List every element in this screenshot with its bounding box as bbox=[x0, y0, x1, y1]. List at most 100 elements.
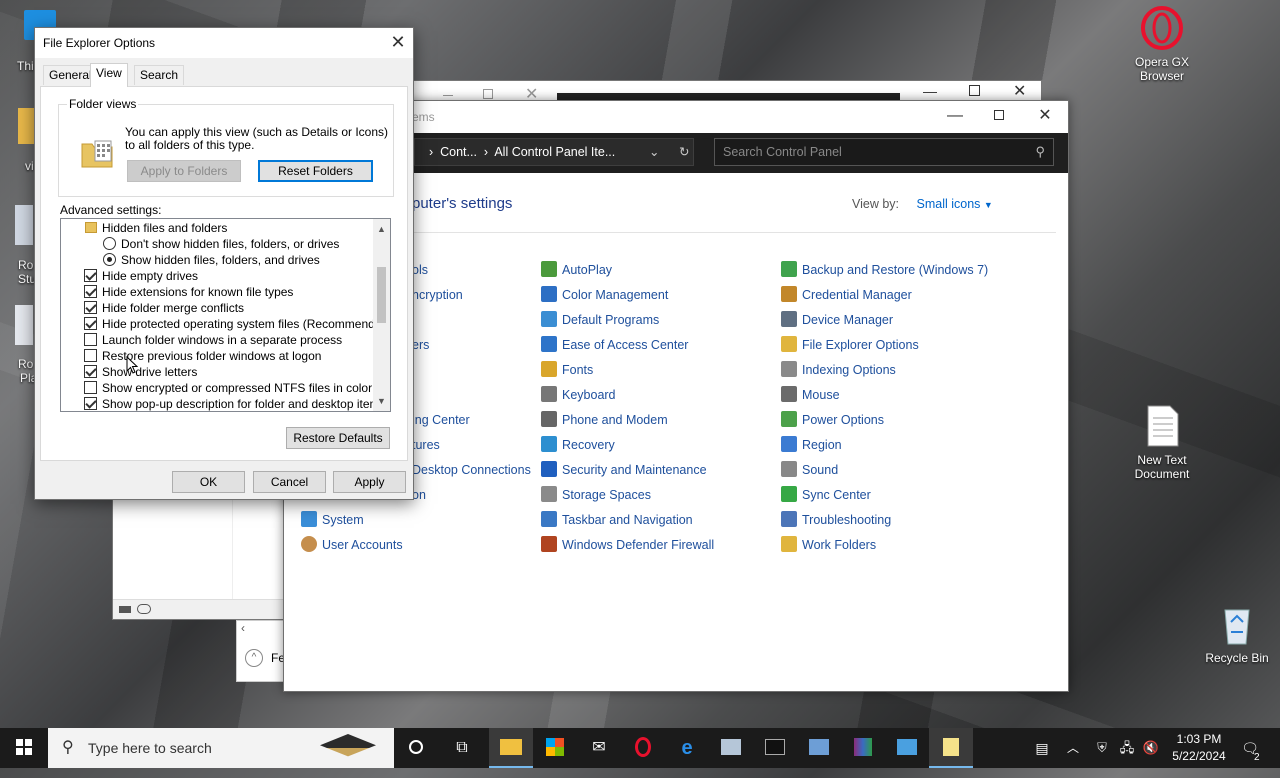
minimize-icon[interactable] bbox=[443, 95, 453, 96]
taskbar-app-photos[interactable] bbox=[709, 728, 753, 768]
task-view-button[interactable]: ⧉ bbox=[440, 728, 484, 768]
cp-item[interactable]: Security and Maintenance bbox=[541, 461, 707, 479]
tab-view[interactable]: View bbox=[90, 63, 128, 87]
checkbox[interactable] bbox=[84, 317, 97, 330]
cp-item-fragment[interactable]: Desktop Connections bbox=[412, 461, 531, 479]
checkbox[interactable] bbox=[84, 269, 97, 282]
taskbar-remote-desktop[interactable] bbox=[797, 728, 841, 768]
tree-row-check[interactable]: Restore previous folder windows at logon bbox=[61, 348, 373, 364]
cp-item-system[interactable]: System bbox=[301, 511, 364, 529]
tree-row-check[interactable]: Launch folder windows in a separate proc… bbox=[61, 332, 373, 348]
cp-item[interactable]: Sync Center bbox=[781, 486, 871, 504]
checkbox[interactable] bbox=[84, 285, 97, 298]
tree-row-check[interactable]: Show encrypted or compressed NTFS files … bbox=[61, 380, 373, 396]
cp-item[interactable]: Default Programs bbox=[541, 311, 659, 329]
taskbar-store[interactable] bbox=[533, 728, 577, 768]
checkbox[interactable] bbox=[84, 365, 97, 378]
cp-item-fragment[interactable]: ncryption bbox=[412, 286, 463, 304]
cp-item[interactable]: File Explorer Options bbox=[781, 336, 919, 354]
cp-item[interactable]: Ease of Access Center bbox=[541, 336, 688, 354]
apply-button[interactable]: Apply bbox=[333, 471, 406, 493]
cp-item[interactable]: Device Manager bbox=[781, 311, 893, 329]
taskbar-opera[interactable] bbox=[621, 728, 665, 768]
scroll-down-icon[interactable]: ▼ bbox=[373, 393, 390, 409]
close-icon[interactable]: ✕ bbox=[1013, 81, 1026, 101]
scrollbar-thumb[interactable] bbox=[377, 267, 386, 323]
checkbox[interactable] bbox=[84, 301, 97, 314]
cp-item-fragment[interactable]: ols bbox=[412, 261, 428, 279]
cancel-button[interactable]: Cancel bbox=[253, 471, 326, 493]
cp-item[interactable]: Storage Spaces bbox=[541, 486, 651, 504]
tree-row-check[interactable]: Hide folder merge conflicts bbox=[61, 300, 373, 316]
minimize-button[interactable]: — bbox=[932, 101, 978, 133]
search-input[interactable]: Search Control Panel ⚲ bbox=[714, 138, 1054, 166]
cp-item[interactable]: Power Options bbox=[781, 411, 884, 429]
taskbar-control-panel[interactable] bbox=[885, 728, 929, 768]
search-icon[interactable]: ⚲ bbox=[1035, 139, 1045, 165]
cp-item[interactable]: Work Folders bbox=[781, 536, 876, 554]
cp-item-fragment[interactable]: ers bbox=[412, 336, 429, 354]
system-clock[interactable]: 1:03 PM 5/22/2024 bbox=[1168, 731, 1230, 765]
tab-search[interactable]: Search bbox=[134, 65, 185, 85]
cp-item[interactable]: Recovery bbox=[541, 436, 615, 454]
details-view-icon[interactable] bbox=[119, 606, 131, 613]
cp-item[interactable]: Indexing Options bbox=[781, 361, 896, 379]
cp-item-fragment[interactable]: ing Center bbox=[412, 411, 470, 429]
show-hidden-icons-button[interactable]: ︿ bbox=[1058, 728, 1088, 768]
cp-item[interactable]: Keyboard bbox=[541, 386, 616, 404]
cp-item[interactable]: Phone and Modem bbox=[541, 411, 668, 429]
cp-item[interactable]: Troubleshooting bbox=[781, 511, 891, 529]
cp-item[interactable]: Credential Manager bbox=[781, 286, 912, 304]
checkbox[interactable] bbox=[84, 349, 97, 362]
tree-row-check[interactable]: Show drive letters bbox=[61, 364, 373, 380]
breadcrumb-item[interactable]: All Control Panel Ite... bbox=[494, 145, 615, 159]
chevron-up-icon[interactable]: ^ bbox=[245, 649, 263, 667]
notification-center-button[interactable]: 🗨 2 bbox=[1232, 728, 1268, 768]
taskbar-notepad[interactable] bbox=[929, 728, 973, 768]
tree-row-check[interactable]: Hide empty drives bbox=[61, 268, 373, 284]
radio-button[interactable] bbox=[103, 237, 116, 250]
cp-item[interactable]: Windows Defender Firewall bbox=[541, 536, 714, 554]
taskbar-internet-explorer[interactable]: e bbox=[665, 728, 709, 768]
file-explorer-options-dialog[interactable]: File Explorer Options ✕ General View Sea… bbox=[34, 27, 414, 500]
dialog-close-button[interactable]: ✕ bbox=[383, 28, 413, 58]
tree-row-check[interactable]: Hide protected operating system files (R… bbox=[61, 316, 390, 332]
cortana-button[interactable] bbox=[394, 728, 438, 768]
cp-item-fragment[interactable]: tures bbox=[412, 436, 440, 454]
checkbox[interactable] bbox=[84, 333, 97, 346]
cp-item[interactable]: Fonts bbox=[541, 361, 593, 379]
desktop-icon-new-text-document[interactable]: New Text Document bbox=[1122, 404, 1202, 481]
cp-item[interactable]: Mouse bbox=[781, 386, 840, 404]
security-tray-icon[interactable]: ⛨ bbox=[1088, 728, 1116, 768]
network-tray-icon[interactable]: 🖧 bbox=[1114, 728, 1140, 768]
cp-item-user-accounts[interactable]: User Accounts bbox=[301, 536, 403, 554]
taskbar-winrar[interactable] bbox=[841, 728, 885, 768]
tree-row-radio[interactable]: Don't show hidden files, folders, or dri… bbox=[61, 236, 373, 252]
taskbar-command-prompt[interactable] bbox=[753, 728, 797, 768]
start-button[interactable] bbox=[2, 728, 46, 768]
desktop-icon-opera-gx[interactable]: Opera GX Browser bbox=[1122, 6, 1202, 83]
tree-row-check[interactable]: Show pop-up description for folder and d… bbox=[61, 396, 386, 411]
taskbar-mail[interactable]: ✉ bbox=[577, 728, 621, 768]
view-by-dropdown[interactable]: Small icons ▼ bbox=[917, 197, 993, 211]
cp-item[interactable]: Sound bbox=[781, 461, 838, 479]
cp-item[interactable]: Region bbox=[781, 436, 842, 454]
taskbar-search-box[interactable]: ⚲ Type here to search bbox=[48, 728, 394, 768]
scroll-left-icon[interactable]: ‹ bbox=[241, 621, 245, 635]
dialog-titlebar[interactable]: File Explorer Options ✕ bbox=[35, 28, 413, 58]
cp-item[interactable]: AutoPlay bbox=[541, 261, 612, 279]
tree-row-radio[interactable]: Show hidden files, folders, and drives bbox=[61, 252, 373, 268]
maximize-icon[interactable] bbox=[483, 89, 493, 99]
cp-item[interactable]: Backup and Restore (Windows 7) bbox=[781, 261, 988, 279]
refresh-icon[interactable]: ↻ bbox=[679, 139, 689, 165]
tree-row-check[interactable]: Hide extensions for known file types bbox=[61, 284, 373, 300]
volume-tray-icon[interactable]: 🔇 bbox=[1138, 728, 1164, 768]
taskbar-file-explorer[interactable] bbox=[489, 728, 533, 768]
maximize-icon[interactable] bbox=[969, 85, 980, 96]
tree-row-folder[interactable]: Hidden files and folders bbox=[61, 220, 373, 236]
breadcrumb-item[interactable]: Cont... bbox=[440, 145, 477, 159]
large-icons-view-icon[interactable] bbox=[137, 604, 151, 614]
minimize-icon[interactable]: — bbox=[923, 83, 937, 99]
cp-item[interactable]: Color Management bbox=[541, 286, 668, 304]
radio-button[interactable] bbox=[103, 253, 116, 266]
